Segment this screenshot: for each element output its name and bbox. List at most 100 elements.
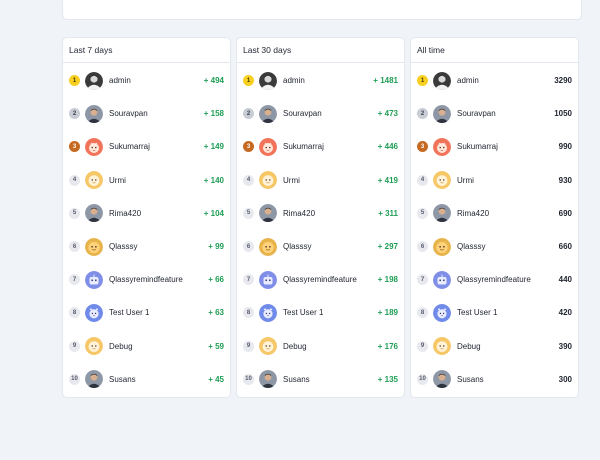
leaderboard-row[interactable]: 6 Qlasssy + 297 <box>237 230 404 263</box>
leaderboard-row[interactable]: 4 Urmi + 140 <box>63 164 230 197</box>
leaderboard-row[interactable]: 10 Susans + 135 <box>237 363 404 396</box>
leaderboard-row[interactable]: 7 Qlassyremindfeature + 66 <box>63 263 230 296</box>
rank-badge: 6 <box>243 241 254 253</box>
leaderboard-row[interactable]: 2 Souravpan + 158 <box>63 97 230 130</box>
avatar[interactable] <box>433 237 451 256</box>
avatar[interactable] <box>85 204 103 223</box>
user-name[interactable]: Qlassyremindfeature <box>109 275 183 284</box>
user-name[interactable]: Qlassyremindfeature <box>283 275 357 284</box>
leaderboard-row[interactable]: 6 Qlasssy 660 <box>411 230 578 263</box>
user-name[interactable]: Souravpan <box>283 109 322 118</box>
user-name[interactable]: Susans <box>109 375 136 384</box>
rank-badge: 8 <box>69 307 80 319</box>
leaderboard-row[interactable]: 3 Sukumarraj + 446 <box>237 130 404 163</box>
user-name[interactable]: Rima420 <box>457 209 489 218</box>
user-name[interactable]: Debug <box>109 342 133 351</box>
user-name[interactable]: Urmi <box>109 176 126 185</box>
user-name[interactable]: Sukumarraj <box>457 142 498 151</box>
avatar[interactable] <box>85 337 103 356</box>
user-name[interactable]: Urmi <box>283 176 300 185</box>
avatar[interactable] <box>85 237 103 256</box>
leaderboard-row[interactable]: 7 Qlassyremindfeature + 198 <box>237 263 404 296</box>
avatar[interactable] <box>259 71 277 90</box>
leaderboard-row[interactable]: 9 Debug + 176 <box>237 330 404 363</box>
leaderboard-row[interactable]: 2 Souravpan + 473 <box>237 97 404 130</box>
leaderboard-row[interactable]: 4 Urmi 930 <box>411 164 578 197</box>
avatar[interactable] <box>433 303 451 322</box>
leaderboard-row[interactable]: 1 admin 3290 <box>411 64 578 97</box>
user-name[interactable]: Sukumarraj <box>109 142 150 151</box>
avatar[interactable] <box>85 71 103 90</box>
avatar[interactable] <box>433 204 451 223</box>
leaderboard-row[interactable]: 2 Souravpan 1050 <box>411 97 578 130</box>
leaderboard-row[interactable]: 3 Sukumarraj 990 <box>411 130 578 163</box>
user-name[interactable]: Test User 1 <box>283 308 323 317</box>
avatar[interactable] <box>85 303 103 322</box>
user-name[interactable]: Qlasssy <box>283 242 311 251</box>
avatar[interactable] <box>433 104 451 123</box>
leaderboard-row[interactable]: 4 Urmi + 419 <box>237 164 404 197</box>
leaderboard-row[interactable]: 5 Rima420 + 104 <box>63 197 230 230</box>
avatar[interactable] <box>259 303 277 322</box>
user-name[interactable]: Susans <box>457 375 484 384</box>
avatar[interactable] <box>259 137 277 156</box>
leaderboard-row[interactable]: 9 Debug + 59 <box>63 330 230 363</box>
user-name[interactable]: Rima420 <box>283 209 315 218</box>
user-name[interactable]: Qlasssy <box>109 242 137 251</box>
leaderboard-row[interactable]: 5 Rima420 690 <box>411 197 578 230</box>
user-name[interactable]: Qlasssy <box>457 242 485 251</box>
leaderboard-row[interactable]: 8 Test User 1 420 <box>411 296 578 329</box>
avatar[interactable] <box>433 137 451 156</box>
user-name[interactable]: Debug <box>283 342 307 351</box>
user-name[interactable]: Debug <box>457 342 481 351</box>
avatar[interactable] <box>85 137 103 156</box>
avatar[interactable] <box>85 370 103 389</box>
user-name[interactable]: admin <box>109 76 131 85</box>
user-name[interactable]: admin <box>283 76 305 85</box>
avatar[interactable] <box>259 337 277 356</box>
rank-badge: 10 <box>417 373 428 385</box>
user-name[interactable]: Test User 1 <box>457 308 497 317</box>
user-name[interactable]: Souravpan <box>109 109 148 118</box>
user-name[interactable]: Sukumarraj <box>283 142 324 151</box>
top-summary-card <box>62 0 582 20</box>
avatar[interactable] <box>259 270 277 289</box>
leaderboard-row[interactable]: 6 Qlasssy + 99 <box>63 230 230 263</box>
avatar[interactable] <box>85 270 103 289</box>
leaderboard-row[interactable]: 1 admin + 1481 <box>237 64 404 97</box>
user-name[interactable]: Qlassyremindfeature <box>457 275 531 284</box>
user-name[interactable]: Test User 1 <box>109 308 149 317</box>
avatar[interactable] <box>259 104 277 123</box>
leaderboard-row[interactable]: 10 Susans 300 <box>411 363 578 396</box>
avatar[interactable] <box>85 104 103 123</box>
avatar[interactable] <box>433 270 451 289</box>
rank-badge: 9 <box>417 340 428 352</box>
user-name[interactable]: admin <box>457 76 479 85</box>
avatar[interactable] <box>433 337 451 356</box>
avatar[interactable] <box>259 237 277 256</box>
points-gained: + 59 <box>208 341 224 351</box>
leaderboard-row[interactable]: 1 admin + 494 <box>63 64 230 97</box>
rank-badge: 9 <box>243 340 254 352</box>
avatar[interactable] <box>259 204 277 223</box>
leaderboard-row[interactable]: 3 Sukumarraj + 149 <box>63 130 230 163</box>
avatar[interactable] <box>433 171 451 190</box>
user-name[interactable]: Souravpan <box>457 109 496 118</box>
leaderboard-row[interactable]: 5 Rima420 + 311 <box>237 197 404 230</box>
leaderboard-row[interactable]: 8 Test User 1 + 63 <box>63 296 230 329</box>
rank-badge: 5 <box>243 207 254 219</box>
avatar[interactable] <box>259 370 277 389</box>
leaderboard-row[interactable]: 9 Debug 390 <box>411 330 578 363</box>
points-gained: + 473 <box>377 109 398 119</box>
avatar[interactable] <box>259 171 277 190</box>
user-name[interactable]: Rima420 <box>109 209 141 218</box>
user-name[interactable]: Susans <box>283 375 310 384</box>
leaderboard-row[interactable]: 8 Test User 1 + 189 <box>237 296 404 329</box>
avatar[interactable] <box>85 171 103 190</box>
user-name[interactable]: Urmi <box>457 176 474 185</box>
avatar[interactable] <box>433 71 451 90</box>
total-points: 660 <box>558 242 572 252</box>
avatar[interactable] <box>433 370 451 389</box>
leaderboard-row[interactable]: 7 Qlassyremindfeature 440 <box>411 263 578 296</box>
leaderboard-row[interactable]: 10 Susans + 45 <box>63 363 230 396</box>
